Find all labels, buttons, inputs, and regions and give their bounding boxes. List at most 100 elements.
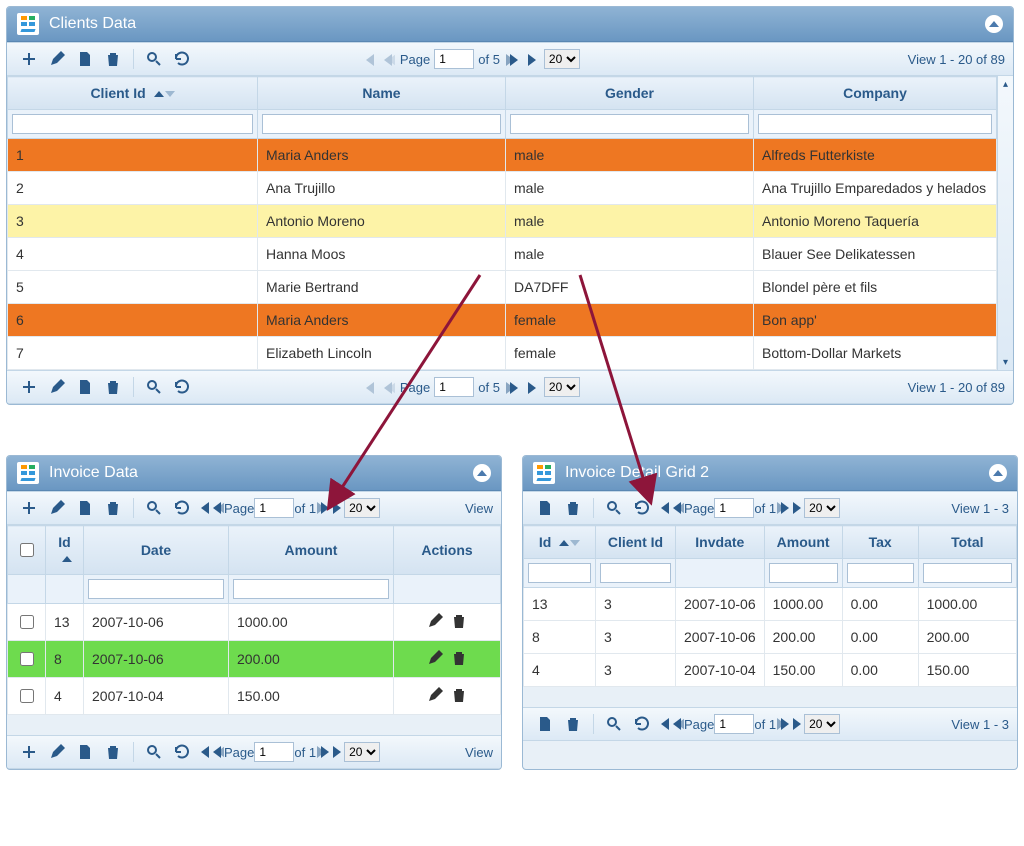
first-page-icon[interactable] bbox=[656, 716, 670, 733]
filter-client-id[interactable] bbox=[12, 114, 253, 134]
col-amount[interactable]: Amount bbox=[764, 526, 842, 559]
collapse-icon[interactable] bbox=[473, 464, 491, 482]
filter-amount[interactable] bbox=[233, 579, 389, 599]
per-page-select[interactable]: 20 bbox=[544, 377, 580, 397]
next-page-icon[interactable] bbox=[776, 716, 790, 733]
search-icon[interactable] bbox=[145, 499, 163, 517]
table-row[interactable]: 432007-10-04150.000.00150.00 bbox=[524, 654, 1017, 687]
col-tax[interactable]: Tax bbox=[842, 526, 918, 559]
per-page-select[interactable]: 20 bbox=[804, 498, 840, 518]
row-checkbox[interactable] bbox=[20, 615, 34, 629]
table-row[interactable]: 2Ana TrujillomaleAna Trujillo Emparedado… bbox=[8, 172, 997, 205]
next-page-icon[interactable] bbox=[504, 51, 520, 67]
add-icon[interactable] bbox=[20, 499, 38, 517]
delete-icon[interactable] bbox=[104, 499, 122, 517]
delete-row-icon[interactable] bbox=[451, 613, 467, 629]
refresh-icon[interactable] bbox=[173, 499, 191, 517]
table-row[interactable]: 82007-10-06200.00 bbox=[8, 641, 501, 678]
page-input[interactable] bbox=[714, 714, 754, 734]
page-icon[interactable] bbox=[536, 499, 554, 517]
search-icon[interactable] bbox=[145, 378, 163, 396]
scroll-down-icon[interactable]: ▾ bbox=[998, 354, 1013, 370]
delete-row-icon[interactable] bbox=[451, 650, 467, 666]
first-page-icon[interactable] bbox=[196, 500, 210, 517]
page-input[interactable] bbox=[434, 49, 474, 69]
col-id[interactable]: Id bbox=[46, 526, 84, 575]
add-icon[interactable] bbox=[20, 50, 38, 68]
refresh-icon[interactable] bbox=[633, 715, 651, 733]
table-row[interactable]: 832007-10-06200.000.00200.00 bbox=[524, 621, 1017, 654]
refresh-icon[interactable] bbox=[173, 378, 191, 396]
refresh-icon[interactable] bbox=[173, 50, 191, 68]
table-row[interactable]: 42007-10-04150.00 bbox=[8, 678, 501, 715]
delete-row-icon[interactable] bbox=[451, 687, 467, 703]
prev-page-icon[interactable] bbox=[670, 500, 684, 517]
last-page-icon[interactable] bbox=[790, 500, 804, 517]
search-icon[interactable] bbox=[145, 743, 163, 761]
table-row[interactable]: 3Antonio MorenomaleAntonio Moreno Taquer… bbox=[8, 205, 997, 238]
per-page-select[interactable]: 20 bbox=[344, 742, 380, 762]
first-page-icon[interactable] bbox=[656, 500, 670, 517]
edit-row-icon[interactable] bbox=[427, 650, 443, 666]
page-icon[interactable] bbox=[76, 743, 94, 761]
table-row[interactable]: 5Marie BertrandDA7DFFBlondel père et fil… bbox=[8, 271, 997, 304]
select-all-checkbox[interactable] bbox=[20, 543, 34, 557]
collapse-icon[interactable] bbox=[989, 464, 1007, 482]
add-icon[interactable] bbox=[20, 743, 38, 761]
next-page-icon[interactable] bbox=[316, 500, 330, 517]
prev-page-icon[interactable] bbox=[210, 744, 224, 761]
col-gender[interactable]: Gender bbox=[506, 77, 754, 110]
add-icon[interactable] bbox=[20, 378, 38, 396]
next-page-icon[interactable] bbox=[316, 744, 330, 761]
filter-name[interactable] bbox=[262, 114, 501, 134]
filter-date[interactable] bbox=[88, 579, 224, 599]
table-row[interactable]: 132007-10-061000.00 bbox=[8, 604, 501, 641]
scroll-up-icon[interactable]: ▴ bbox=[998, 76, 1013, 92]
search-icon[interactable] bbox=[605, 715, 623, 733]
filter-company[interactable] bbox=[758, 114, 992, 134]
next-page-icon[interactable] bbox=[504, 379, 520, 395]
table-row[interactable]: 7Elizabeth LincolnfemaleBottom-Dollar Ma… bbox=[8, 337, 997, 370]
page-icon[interactable] bbox=[76, 50, 94, 68]
collapse-icon[interactable] bbox=[985, 15, 1003, 33]
edit-icon[interactable] bbox=[48, 743, 66, 761]
row-checkbox[interactable] bbox=[20, 652, 34, 666]
col-actions[interactable]: Actions bbox=[394, 526, 501, 575]
edit-row-icon[interactable] bbox=[427, 687, 443, 703]
edit-row-icon[interactable] bbox=[427, 613, 443, 629]
page-icon[interactable] bbox=[536, 715, 554, 733]
per-page-select[interactable]: 20 bbox=[544, 49, 580, 69]
col-amount[interactable]: Amount bbox=[229, 526, 394, 575]
last-page-icon[interactable] bbox=[524, 379, 540, 395]
first-page-icon[interactable] bbox=[196, 744, 210, 761]
col-total[interactable]: Total bbox=[918, 526, 1016, 559]
per-page-select[interactable]: 20 bbox=[344, 498, 380, 518]
last-page-icon[interactable] bbox=[790, 716, 804, 733]
refresh-icon[interactable] bbox=[173, 743, 191, 761]
last-page-icon[interactable] bbox=[524, 51, 540, 67]
col-name[interactable]: Name bbox=[258, 77, 506, 110]
next-page-icon[interactable] bbox=[776, 500, 790, 517]
filter-total[interactable] bbox=[923, 563, 1012, 583]
col-id[interactable]: Id bbox=[524, 526, 596, 559]
page-input[interactable] bbox=[434, 377, 474, 397]
prev-page-icon[interactable] bbox=[210, 500, 224, 517]
filter-id[interactable] bbox=[528, 563, 591, 583]
page-icon[interactable] bbox=[76, 378, 94, 396]
edit-icon[interactable] bbox=[48, 378, 66, 396]
page-input[interactable] bbox=[254, 498, 294, 518]
delete-icon[interactable] bbox=[564, 499, 582, 517]
delete-icon[interactable] bbox=[564, 715, 582, 733]
col-invdate[interactable]: Invdate bbox=[676, 526, 765, 559]
table-row[interactable]: 1Maria AndersmaleAlfreds Futterkiste bbox=[8, 139, 997, 172]
page-input[interactable] bbox=[254, 742, 294, 762]
table-row[interactable]: 1332007-10-061000.000.001000.00 bbox=[524, 588, 1017, 621]
delete-icon[interactable] bbox=[104, 50, 122, 68]
col-company[interactable]: Company bbox=[754, 77, 997, 110]
table-row[interactable]: 6Maria AndersfemaleBon app' bbox=[8, 304, 997, 337]
filter-gender[interactable] bbox=[510, 114, 749, 134]
clients-scrollbar[interactable]: ▴ ▾ bbox=[997, 76, 1013, 370]
page-icon[interactable] bbox=[76, 499, 94, 517]
first-page-icon[interactable] bbox=[360, 51, 376, 67]
delete-icon[interactable] bbox=[104, 378, 122, 396]
